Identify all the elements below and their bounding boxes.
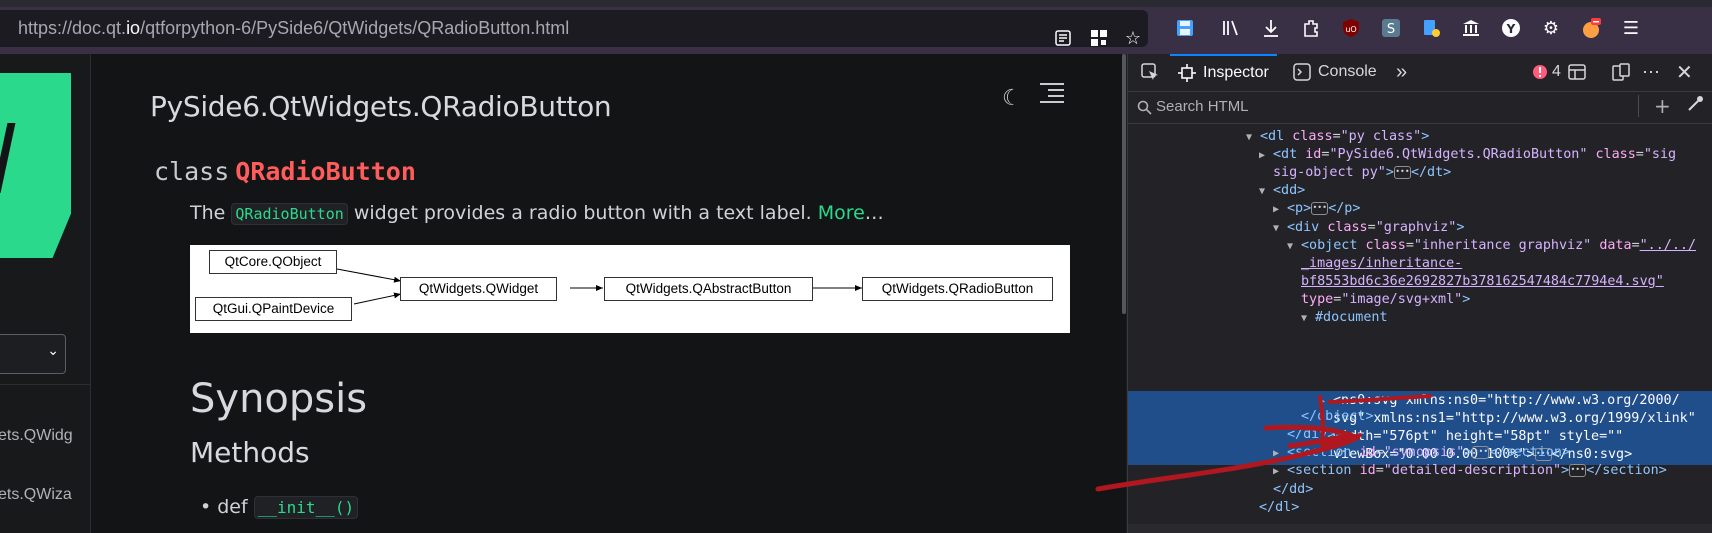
browser-toolbar: https://doc.qt.io/qtforpython-6/PySide6/… xyxy=(0,0,1712,54)
eyedropper-icon[interactable] xyxy=(1686,95,1704,117)
search-placeholder: Search HTML xyxy=(1156,98,1249,115)
inspector-icon xyxy=(1178,64,1196,82)
inheritance-diagram: QtCore.QObject QtGui.QPaintDevice QtWidg… xyxy=(190,245,1070,333)
method-link[interactable]: __init__() xyxy=(253,496,359,519)
graph-node[interactable]: QtWidgets.QWidget xyxy=(400,277,557,301)
kebab-menu-icon[interactable]: ⋯ xyxy=(1642,54,1660,90)
class-name[interactable]: QRadioButton xyxy=(235,157,416,186)
sidebar-divider xyxy=(0,384,90,385)
container-extension-icon[interactable] xyxy=(1418,15,1444,41)
tab-console[interactable]: Console xyxy=(1293,54,1377,90)
sidebar-item[interactable]: ets.QWidg xyxy=(0,427,73,445)
console-icon xyxy=(1293,63,1311,81)
qt-logo xyxy=(0,73,71,258)
ublock-origin-icon[interactable]: uO xyxy=(1338,15,1364,41)
graph-node[interactable]: QtWidgets.QAbstractButton xyxy=(604,277,813,301)
close-icon[interactable]: ✕ xyxy=(1676,54,1693,90)
more-tabs-icon[interactable]: » xyxy=(1396,54,1407,90)
split-panel-icon[interactable] xyxy=(1568,54,1586,90)
svg-text:S: S xyxy=(1387,22,1395,37)
extensions-icon[interactable] xyxy=(1298,15,1324,41)
left-sidebar: ⌄ ets.QWidg ets.QWiza xyxy=(0,54,91,533)
theme-toggle-icon[interactable]: ☾ xyxy=(1002,86,1022,111)
url-text[interactable]: https://doc.qt.io/qtforpython-6/PySide6/… xyxy=(18,18,569,39)
tab-strip xyxy=(0,0,1712,7)
reader-view-icon[interactable] xyxy=(1050,25,1076,51)
toc-toggle-icon[interactable] xyxy=(1040,80,1066,104)
url-bar[interactable]: https://doc.qt.io/qtforpython-6/PySide6/… xyxy=(0,10,1148,49)
version-select[interactable]: ⌄ xyxy=(0,334,66,374)
graph-node[interactable]: QtGui.QPaintDevice xyxy=(195,297,352,321)
element-picker-icon[interactable] xyxy=(1140,54,1160,90)
class-signature: class QRadioButton xyxy=(154,157,416,186)
more-link[interactable]: More xyxy=(818,202,865,224)
save-page-icon[interactable] xyxy=(1172,15,1198,41)
graph-node[interactable]: QtCore.QObject xyxy=(209,250,337,274)
devtools-panel: Inspector Console » 4 ⋯ ✕ Search HTML + … xyxy=(1127,54,1712,533)
synopsis-heading: Synopsis xyxy=(190,376,368,422)
search-html[interactable]: Search HTML + xyxy=(1128,91,1712,124)
responsive-design-icon[interactable] xyxy=(1612,54,1630,90)
inline-code[interactable]: QRadioButton xyxy=(231,203,348,225)
add-node-icon[interactable]: + xyxy=(1654,94,1671,118)
method-list-item: • def __init__() xyxy=(200,496,359,519)
menu-icon[interactable]: ☰ xyxy=(1618,15,1644,41)
search-icon xyxy=(1137,100,1152,115)
s-extension-icon[interactable]: S xyxy=(1378,15,1404,41)
methods-heading: Methods xyxy=(190,436,310,469)
horizontal-scrollbar[interactable] xyxy=(1128,524,1712,533)
settings-gear-icon[interactable]: ⚙ xyxy=(1538,15,1564,41)
bookmark-star-icon[interactable]: ☆ xyxy=(1120,25,1146,51)
svg-text:Y: Y xyxy=(1506,22,1516,36)
library-icon[interactable] xyxy=(1218,15,1244,41)
page-title: PySide6.QtWidgets.QRadioButton xyxy=(150,90,612,123)
tab-inspector[interactable]: Inspector xyxy=(1170,54,1277,90)
download-icon[interactable] xyxy=(1258,15,1284,41)
page-scrollbar[interactable] xyxy=(1122,54,1126,314)
qr-code-icon[interactable] xyxy=(1086,25,1112,51)
error-icon xyxy=(1533,65,1547,79)
class-description: The QRadioButton widget provides a radio… xyxy=(190,202,884,225)
chevron-down-icon: ⌄ xyxy=(47,343,59,359)
bank-icon[interactable] xyxy=(1458,15,1484,41)
sidebar-item[interactable]: ets.QWiza xyxy=(0,486,72,504)
doc-page: ⌄ ets.QWidg ets.QWiza PySide6.QtWidgets.… xyxy=(0,54,1126,533)
y-icon[interactable]: Y xyxy=(1498,15,1524,41)
graph-node[interactable]: QtWidgets.QRadioButton xyxy=(862,277,1053,301)
devtools-toolbar: Inspector Console » 4 ⋯ ✕ xyxy=(1128,54,1712,92)
profile-icon[interactable] xyxy=(1578,15,1604,41)
markup-tree: ▶ <ns0:svg xmlns:ns0="http://www.w3.org/2… xyxy=(1128,124,1712,533)
svg-text:uO: uO xyxy=(1345,25,1356,34)
error-count[interactable]: 4 xyxy=(1532,54,1561,90)
